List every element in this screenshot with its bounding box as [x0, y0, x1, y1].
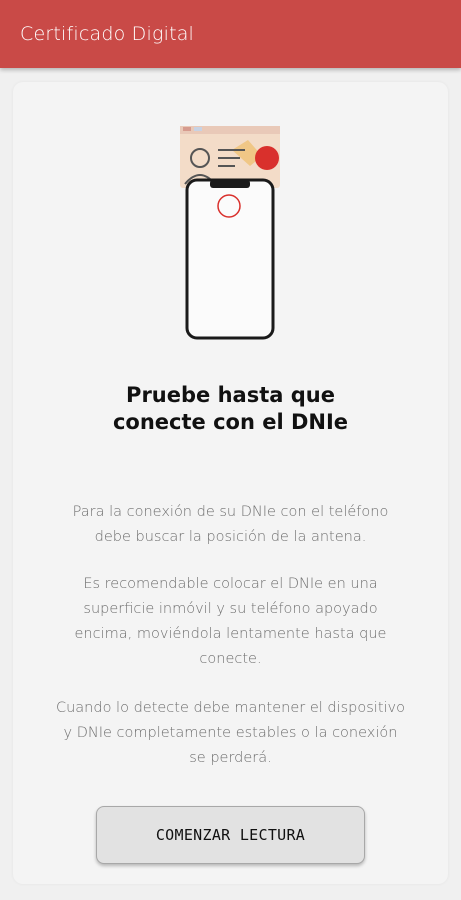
instruction-paragraph-surface: Es recomendable colocar el DNIe en una s…	[30, 572, 431, 672]
paragraph-line: se perderá.	[189, 750, 272, 766]
paragraph-line: Para la conexión de su DNIe con el teléf…	[72, 504, 389, 520]
instruction-heading: Pruebe hasta que conecte con el DNIe	[0, 382, 461, 436]
paragraph-line: Cuando lo detecte debe mantener el dispo…	[55, 700, 406, 716]
phone-icon	[185, 178, 275, 340]
app-bar: Certificado Digital	[0, 0, 461, 68]
instruction-paragraph-stability: Cuando lo detecte debe mantener el dispo…	[30, 696, 431, 771]
paragraph-line: encima, moviéndola lentamente hasta que	[74, 626, 387, 642]
start-reading-label: COMENZAR LECTURA	[155, 826, 306, 844]
paragraph-line: y DNIe completamente estables o la conex…	[63, 725, 398, 741]
paragraph-line: superficie inmóvil y su teléfono apoyado	[83, 601, 378, 617]
heading-line-1: Pruebe hasta que	[126, 383, 335, 407]
paragraph-line: Es recomendable colocar el DNIe en una	[83, 576, 378, 592]
paragraph-line: conecte.	[199, 651, 262, 667]
phone-on-dni-card-icon	[180, 126, 280, 340]
instruction-paragraph-antenna: Para la conexión de su DNIe con el teléf…	[30, 500, 431, 550]
app-title: Certificado Digital	[20, 23, 195, 45]
heading-line-2: conecte con el DNIe	[112, 410, 349, 434]
start-reading-button[interactable]: COMENZAR LECTURA	[96, 806, 365, 864]
paragraph-line: debe buscar la posición de la antena.	[94, 529, 367, 545]
